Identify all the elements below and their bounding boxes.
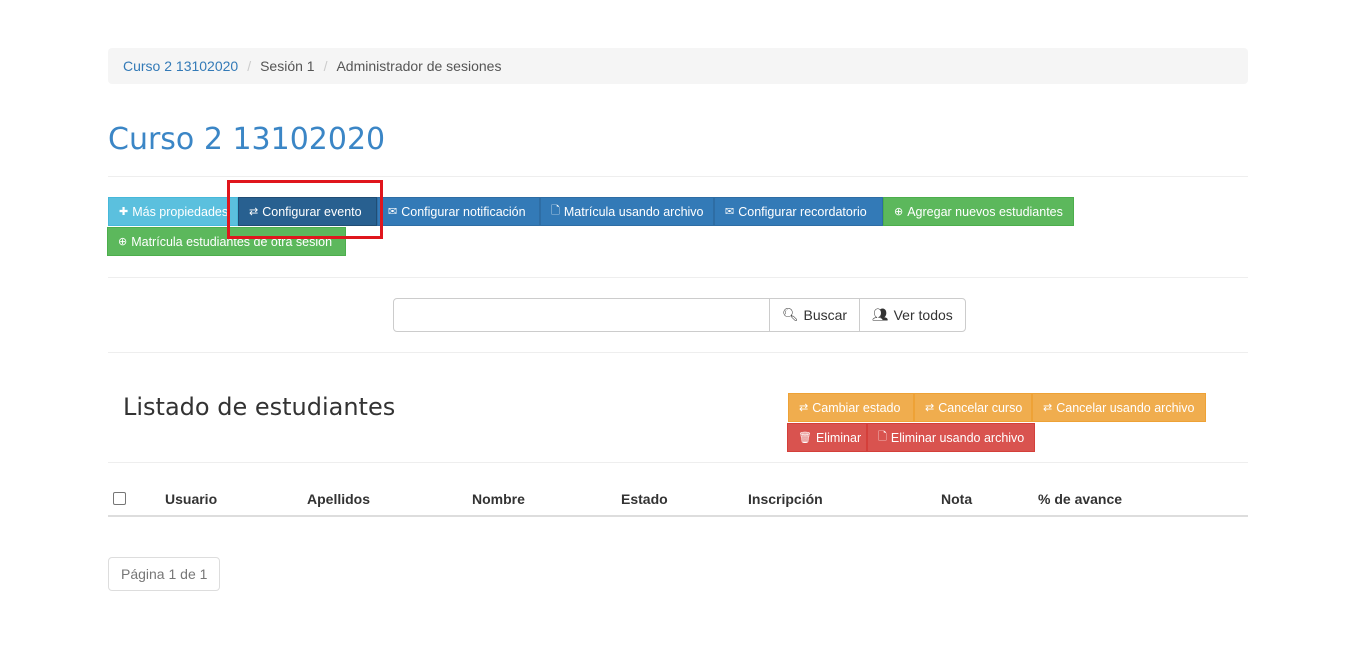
view-all-label: Ver todos <box>893 307 953 323</box>
divider <box>108 176 1248 177</box>
configure-reminder-button[interactable]: ✉ Configurar recordatorio <box>714 197 883 226</box>
cancel-course-label: Cancelar curso <box>938 400 1023 415</box>
divider <box>108 352 1248 353</box>
file-icon: 🗋 <box>551 205 560 217</box>
column-header-inscripcion[interactable]: Inscripción <box>748 491 823 507</box>
envelope-icon: ✉ <box>725 206 735 218</box>
pagination-info: Página 1 de 1 <box>108 557 221 591</box>
select-all-checkbox[interactable] <box>113 492 126 505</box>
delete-label: Eliminar <box>815 430 862 445</box>
view-all-button[interactable]: 👥︎ Ver todos <box>859 298 966 332</box>
change-status-label: Cambiar estado <box>812 400 901 415</box>
breadcrumb-separator: / <box>323 58 328 74</box>
search-input[interactable] <box>393 298 770 332</box>
file-icon: 🗋 <box>878 431 887 443</box>
cancel-by-file-label: Cancelar usando archivo <box>1056 400 1195 415</box>
configure-notification-button[interactable]: ✉ Configurar notificación <box>377 197 540 226</box>
exchange-icon: ⇄ <box>925 402 935 414</box>
column-header-usuario[interactable]: Usuario <box>165 491 217 507</box>
breadcrumb: Curso 2 13102020 / Sesión 1 / Administra… <box>108 48 1248 84</box>
page-title: Curso 2 13102020 <box>108 122 386 157</box>
students-list-title: Listado de estudiantes <box>123 393 396 421</box>
students-table-header: Usuario Apellidos Nombre Estado Inscripc… <box>108 481 1248 517</box>
search-icon: 🔍︎ <box>782 307 799 322</box>
breadcrumb-course-link[interactable]: Curso 2 13102020 <box>123 58 238 74</box>
column-header-apellidos[interactable]: Apellidos <box>307 491 370 507</box>
exchange-icon: ⇄ <box>249 206 259 218</box>
add-new-students-button[interactable]: ⊕ Agregar nuevos estudiantes <box>883 197 1074 226</box>
add-new-students-label: Agregar nuevos estudiantes <box>907 204 1063 219</box>
cancel-by-file-button[interactable]: ⇄ Cancelar usando archivo <box>1032 393 1206 422</box>
enroll-by-file-label: Matrícula usando archivo <box>563 204 704 219</box>
configure-event-label: Configurar evento <box>262 204 362 219</box>
breadcrumb-session: Sesión 1 <box>260 58 315 74</box>
divider <box>108 277 1248 278</box>
search-button-label: Buscar <box>803 307 848 323</box>
plus-circle-icon: ⊕ <box>894 206 904 218</box>
search-group: 🔍︎ Buscar 👥︎ Ver todos <box>393 298 966 332</box>
column-header-nota[interactable]: Nota <box>941 491 972 507</box>
plus-icon: ✚ <box>119 206 129 218</box>
configure-reminder-label: Configurar recordatorio <box>738 204 867 219</box>
users-icon: 👥︎ <box>872 307 889 322</box>
search-button[interactable]: 🔍︎ Buscar <box>769 298 861 332</box>
enroll-from-other-session-button[interactable]: ⊕ Matrícula estudiantes de otra sesión <box>107 227 346 256</box>
more-properties-button[interactable]: ✚ Más propiedades <box>108 197 238 226</box>
main-container: Curso 2 13102020 / Sesión 1 / Administra… <box>107 48 1248 591</box>
column-header-nombre[interactable]: Nombre <box>472 491 525 507</box>
configure-event-button[interactable]: ⇄ Configurar evento <box>238 197 377 226</box>
configure-notification-label: Configurar notificación <box>401 204 526 219</box>
exchange-icon: ⇄ <box>1043 402 1053 414</box>
column-header-avance[interactable]: % de avance <box>1038 491 1122 507</box>
divider <box>108 462 1248 463</box>
enroll-by-file-button[interactable]: 🗋 Matrícula usando archivo <box>540 197 714 226</box>
trash-icon: 🗑︎ <box>798 432 812 444</box>
breadcrumb-current: Administrador de sesiones <box>336 58 502 74</box>
enroll-from-other-session-label: Matrícula estudiantes de otra sesión <box>131 234 333 249</box>
delete-by-file-button[interactable]: 🗋 Eliminar usando archivo <box>867 423 1035 452</box>
more-properties-label: Más propiedades <box>132 204 229 219</box>
column-header-estado[interactable]: Estado <box>621 491 668 507</box>
change-status-button[interactable]: ⇄ Cambiar estado <box>788 393 914 422</box>
cancel-course-button[interactable]: ⇄ Cancelar curso <box>914 393 1032 422</box>
delete-by-file-label: Eliminar usando archivo <box>890 430 1025 445</box>
envelope-icon: ✉ <box>388 206 398 218</box>
exchange-icon: ⇄ <box>799 402 809 414</box>
delete-button[interactable]: 🗑︎ Eliminar <box>787 423 867 452</box>
plus-circle-icon: ⊕ <box>118 236 128 248</box>
breadcrumb-separator: / <box>247 58 252 74</box>
